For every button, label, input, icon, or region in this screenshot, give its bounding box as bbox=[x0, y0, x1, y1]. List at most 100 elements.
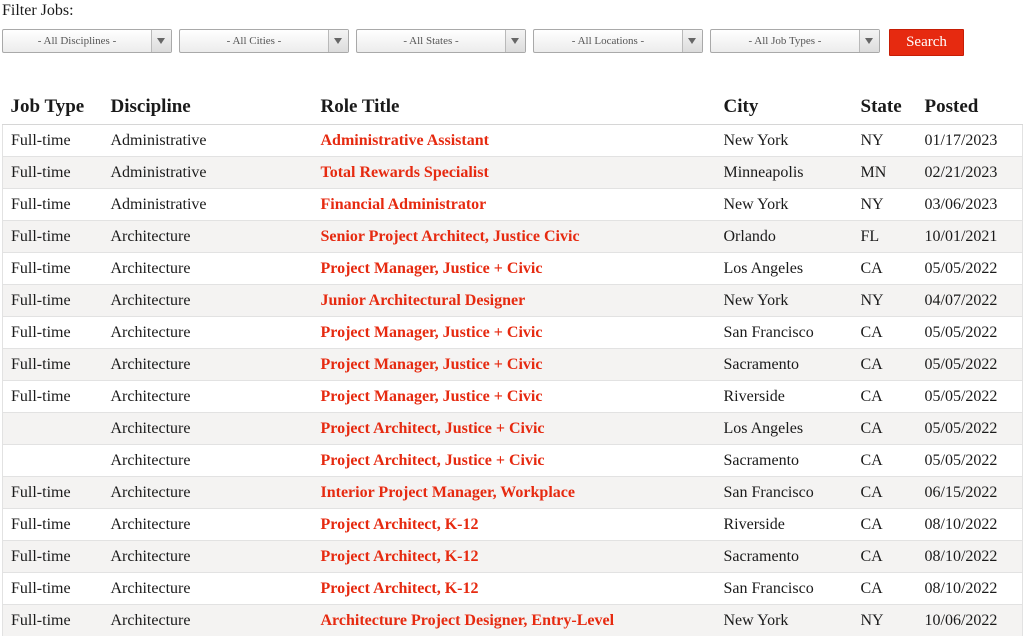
state-cell: CA bbox=[852, 476, 917, 509]
discipline-cell: Architecture bbox=[102, 252, 313, 285]
filter-jobs-label: Filter Jobs: bbox=[2, 2, 74, 19]
state-cell: CA bbox=[852, 572, 917, 605]
state-cell: CA bbox=[852, 444, 917, 477]
state-select[interactable]: - All States - bbox=[356, 29, 526, 53]
role-title-link[interactable]: Interior Project Manager, Workplace bbox=[321, 484, 575, 501]
search-button[interactable]: Search bbox=[889, 29, 964, 56]
posted-cell: 05/05/2022 bbox=[916, 252, 1023, 285]
city-cell: New York bbox=[715, 188, 853, 221]
column-header-discipline: Discipline bbox=[102, 90, 313, 125]
table-row: Full-time Administrative Financial Adminis… bbox=[2, 188, 1023, 221]
chevron-down-icon[interactable] bbox=[151, 30, 171, 52]
role-title-cell: Project Architect, K-12 bbox=[312, 540, 716, 573]
job-type-cell: Full-time bbox=[2, 476, 103, 509]
table-row: Full-time Administrative Total Rewards Spe… bbox=[2, 156, 1023, 189]
posted-cell: 05/05/2022 bbox=[916, 412, 1023, 445]
role-title-cell: Project Architect, Justice + Civic bbox=[312, 444, 716, 477]
table-row: Full-time Architecture Project Manager, Ju… bbox=[2, 316, 1023, 349]
role-title-link[interactable]: Architecture Project Designer, Entry-Lev… bbox=[321, 612, 615, 629]
job-type-select[interactable]: - All Job Types - bbox=[710, 29, 880, 53]
posted-cell: 05/05/2022 bbox=[916, 380, 1023, 413]
discipline-cell: Architecture bbox=[102, 444, 313, 477]
role-title-link[interactable]: Senior Project Architect, Justice Civic bbox=[321, 228, 580, 245]
discipline-cell: Architecture bbox=[102, 412, 313, 445]
table-row: Full-time Architecture Project Architect, … bbox=[2, 508, 1023, 541]
posted-cell: 08/10/2022 bbox=[916, 572, 1023, 605]
job-type-cell: Full-time bbox=[2, 572, 103, 605]
city-cell: Orlando bbox=[715, 220, 853, 253]
city-cell: New York bbox=[715, 284, 853, 317]
role-title-cell: Project Architect, K-12 bbox=[312, 508, 716, 541]
posted-cell: 01/17/2023 bbox=[916, 124, 1023, 157]
posted-cell: 10/06/2022 bbox=[916, 604, 1023, 636]
table-row: Full-time Administrative Administrative As… bbox=[2, 124, 1023, 157]
role-title-cell: Interior Project Manager, Workplace bbox=[312, 476, 716, 509]
job-type-cell bbox=[2, 444, 103, 477]
chevron-down-icon[interactable] bbox=[505, 30, 525, 52]
chevron-down-icon[interactable] bbox=[328, 30, 348, 52]
state-cell: MN bbox=[852, 156, 917, 189]
role-title-link[interactable]: Project Architect, K-12 bbox=[321, 548, 479, 565]
job-type-cell: Full-time bbox=[2, 316, 103, 349]
posted-cell: 02/21/2023 bbox=[916, 156, 1023, 189]
job-type-cell bbox=[2, 412, 103, 445]
posted-cell: 03/06/2023 bbox=[916, 188, 1023, 221]
role-title-link[interactable]: Project Architect, Justice + Civic bbox=[321, 452, 545, 469]
state-cell: CA bbox=[852, 508, 917, 541]
job-type-cell: Full-time bbox=[2, 540, 103, 573]
role-title-link[interactable]: Total Rewards Specialist bbox=[321, 164, 489, 181]
job-type-select-value: - All Job Types - bbox=[748, 35, 822, 47]
table-row: Full-time Architecture Project Manager, Ju… bbox=[2, 380, 1023, 413]
city-cell: Sacramento bbox=[715, 540, 853, 573]
state-cell: NY bbox=[852, 188, 917, 221]
role-title-link[interactable]: Project Manager, Justice + Civic bbox=[321, 324, 543, 341]
city-cell: Sacramento bbox=[715, 444, 853, 477]
filter-bar: - All Disciplines - - All Cities - - All… bbox=[2, 29, 1002, 56]
discipline-cell: Architecture bbox=[102, 284, 313, 317]
job-type-cell: Full-time bbox=[2, 220, 103, 253]
role-title-cell: Financial Administrator bbox=[312, 188, 716, 221]
city-cell: Minneapolis bbox=[715, 156, 853, 189]
table-row: Full-time Architecture Interior Project Ma… bbox=[2, 476, 1023, 509]
role-title-link[interactable]: Project Manager, Justice + Civic bbox=[321, 260, 543, 277]
role-title-link[interactable]: Administrative Assistant bbox=[321, 132, 489, 149]
role-title-link[interactable]: Junior Architectural Designer bbox=[321, 292, 526, 309]
table-row: Architecture Project Architect, Justice +… bbox=[2, 444, 1023, 477]
posted-cell: 10/01/2021 bbox=[916, 220, 1023, 253]
discipline-select[interactable]: - All Disciplines - bbox=[2, 29, 172, 53]
location-select[interactable]: - All Locations - bbox=[533, 29, 703, 53]
role-title-link[interactable]: Project Architect, Justice + Civic bbox=[321, 420, 545, 437]
discipline-cell: Administrative bbox=[102, 156, 313, 189]
table-row: Full-time Architecture Junior Architectura… bbox=[2, 284, 1023, 317]
state-cell: NY bbox=[852, 124, 917, 157]
role-title-link[interactable]: Project Manager, Justice + Civic bbox=[321, 388, 543, 405]
chevron-down-icon[interactable] bbox=[682, 30, 702, 52]
posted-cell: 05/05/2022 bbox=[916, 316, 1023, 349]
location-select-value: - All Locations - bbox=[571, 35, 645, 47]
discipline-cell: Architecture bbox=[102, 508, 313, 541]
role-title-cell: Architecture Project Designer, Entry-Lev… bbox=[312, 604, 716, 636]
city-cell: Los Angeles bbox=[715, 252, 853, 285]
discipline-cell: Architecture bbox=[102, 380, 313, 413]
role-title-cell: Project Architect, Justice + Civic bbox=[312, 412, 716, 445]
table-row: Full-time Architecture Project Manager, Ju… bbox=[2, 252, 1023, 285]
state-cell: CA bbox=[852, 348, 917, 381]
role-title-cell: Project Manager, Justice + Civic bbox=[312, 252, 716, 285]
city-select-value: - All Cities - bbox=[226, 35, 282, 47]
city-cell: New York bbox=[715, 604, 853, 636]
discipline-cell: Administrative bbox=[102, 188, 313, 221]
role-title-link[interactable]: Project Architect, K-12 bbox=[321, 516, 479, 533]
chevron-down-icon[interactable] bbox=[859, 30, 879, 52]
discipline-cell: Architecture bbox=[102, 572, 313, 605]
posted-cell: 06/15/2022 bbox=[916, 476, 1023, 509]
role-title-link[interactable]: Project Manager, Justice + Civic bbox=[321, 356, 543, 373]
city-select[interactable]: - All Cities - bbox=[179, 29, 349, 53]
table-row: Full-time Architecture Project Architect, … bbox=[2, 540, 1023, 573]
job-type-cell: Full-time bbox=[2, 508, 103, 541]
job-type-cell: Full-time bbox=[2, 124, 103, 157]
city-cell: Sacramento bbox=[715, 348, 853, 381]
discipline-cell: Architecture bbox=[102, 348, 313, 381]
table-row: Full-time Architecture Architecture Projec… bbox=[2, 604, 1023, 636]
role-title-link[interactable]: Financial Administrator bbox=[321, 196, 487, 213]
role-title-link[interactable]: Project Architect, K-12 bbox=[321, 580, 479, 597]
